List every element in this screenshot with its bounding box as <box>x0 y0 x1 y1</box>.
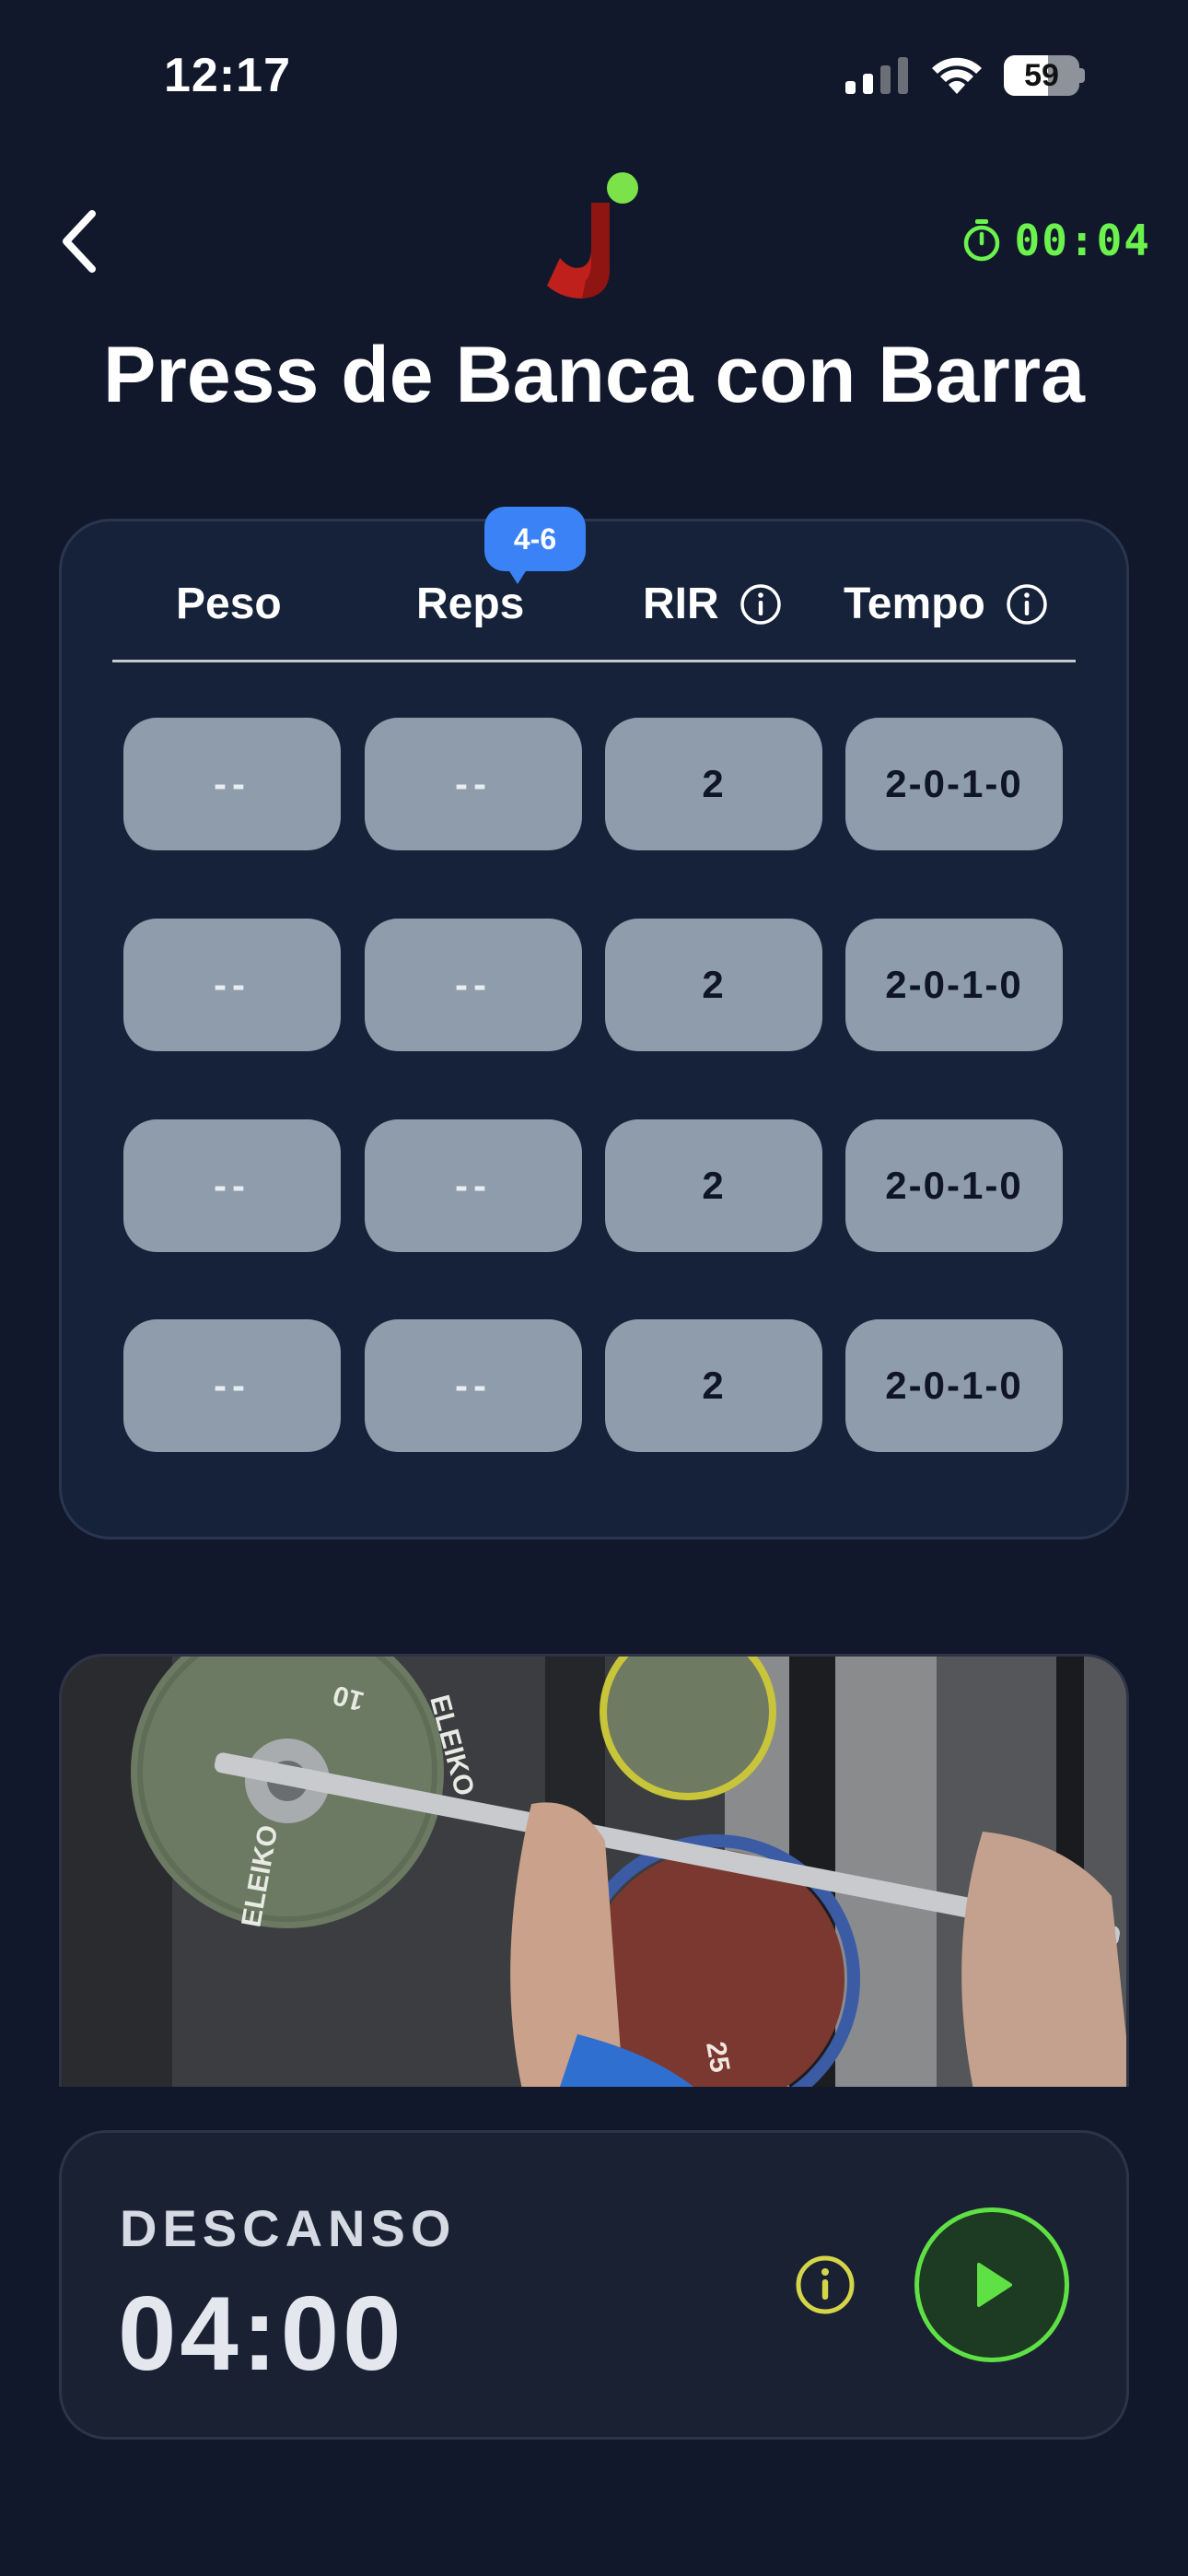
column-label-peso: Peso <box>176 580 282 628</box>
timer-value: 00:04 <box>1014 216 1151 265</box>
set-4-rir-field[interactable]: 2 <box>605 1319 822 1452</box>
exercise-title: Press de Banca con Barra <box>103 331 1085 419</box>
set-2-reps-field[interactable]: -- <box>365 919 582 1051</box>
status-icons: 59 <box>845 55 1085 96</box>
exercise-video[interactable]: ELEIKO ELEIKO 10 25 <box>59 1654 1129 2087</box>
column-label-tempo: Tempo <box>844 580 985 628</box>
video-frame: ELEIKO ELEIKO 10 25 <box>62 1657 1126 2087</box>
signal-icon <box>845 57 908 94</box>
set-4-reps-field[interactable]: -- <box>365 1319 582 1452</box>
start-rest-button[interactable] <box>914 2207 1069 2362</box>
status-time: 12:17 <box>164 49 291 102</box>
rest-info-icon[interactable] <box>794 2254 856 2316</box>
tempo-info-icon[interactable] <box>1006 583 1048 626</box>
workout-timer: 00:04 <box>961 216 1151 265</box>
set-4-peso-field[interactable]: -- <box>123 1319 341 1452</box>
set-3-tempo-field[interactable]: 2-0-1-0 <box>845 1119 1063 1252</box>
column-header-tempo: Tempo <box>844 579 1048 629</box>
rir-info-icon[interactable] <box>740 583 782 626</box>
set-2-tempo-field[interactable]: 2-0-1-0 <box>845 919 1063 1051</box>
column-header-reps: Reps <box>416 579 524 629</box>
set-1-rir-field[interactable]: 2 <box>605 718 822 850</box>
wifi-icon <box>932 57 982 94</box>
reps-range-badge: 4-6 <box>484 507 586 571</box>
battery-level: 59 <box>1024 58 1059 93</box>
set-2-peso-field[interactable]: -- <box>123 919 341 1051</box>
chevron-left-icon <box>63 210 96 273</box>
rest-label: DESCANSO <box>120 2199 457 2257</box>
set-3-peso-field[interactable]: -- <box>123 1119 341 1252</box>
plate-weight-red: 25 <box>700 2039 735 2075</box>
set-1-peso-field[interactable]: -- <box>123 718 341 850</box>
rest-time: 04:00 <box>118 2276 405 2393</box>
play-icon <box>977 2263 1012 2307</box>
set-1-tempo-field[interactable]: 2-0-1-0 <box>845 718 1063 850</box>
column-label-rir: RIR <box>643 580 719 628</box>
column-header-peso: Peso <box>176 579 282 629</box>
table-header-divider <box>112 660 1076 662</box>
battery-icon: 59 <box>1004 55 1085 96</box>
app-logo <box>547 172 638 299</box>
back-button[interactable] <box>52 205 107 278</box>
set-3-reps-field[interactable]: -- <box>365 1119 582 1252</box>
column-header-rir: RIR <box>643 579 782 629</box>
set-1-reps-field[interactable]: -- <box>365 718 582 850</box>
set-2-rir-field[interactable]: 2 <box>605 919 822 1051</box>
column-label-reps: Reps <box>416 580 525 628</box>
stopwatch-icon <box>963 219 999 262</box>
set-4-tempo-field[interactable]: 2-0-1-0 <box>845 1319 1063 1452</box>
exercise-screen: 12:17 59 00:04 Press de Banca con Barra … <box>0 0 1188 2576</box>
set-3-rir-field[interactable]: 2 <box>605 1119 822 1252</box>
